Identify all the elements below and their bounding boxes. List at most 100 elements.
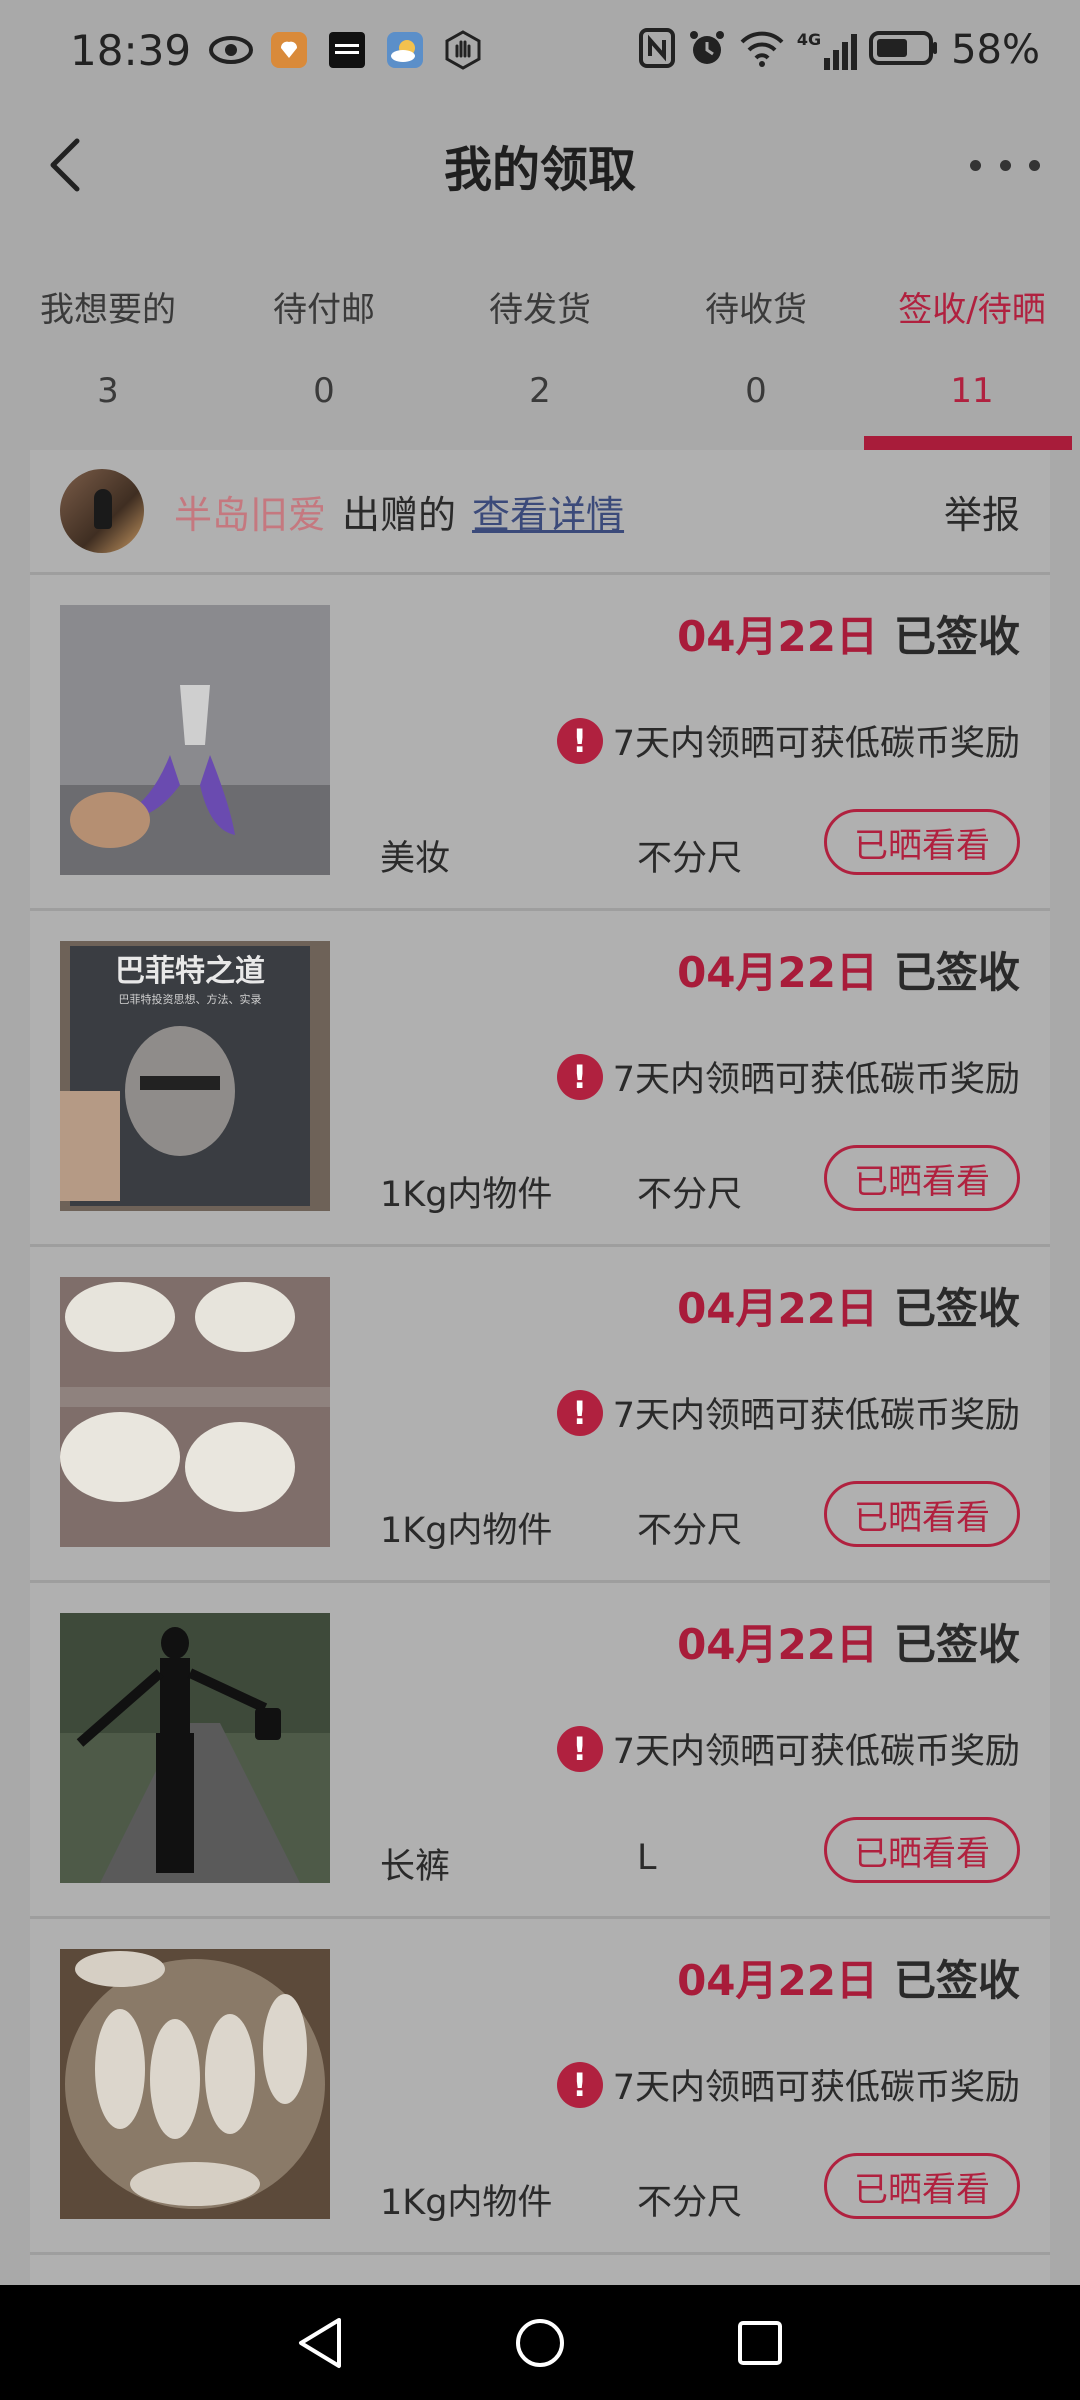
item-size: 不分尺: [637, 1175, 743, 1215]
date-status: 04月22日 已签收: [677, 1947, 1020, 2008]
date-status: 04月22日 已签收: [677, 939, 1020, 1000]
item-category: 1Kg内物件: [380, 1175, 553, 1215]
status-bar: 18:39 4G 58%: [0, 0, 1080, 100]
date-status: 04月22日 已签收: [677, 603, 1020, 664]
item-date: 04月22日: [677, 948, 878, 997]
reward-notice: ! 7天内领晒可获低碳币奖励: [556, 715, 1020, 766]
triangle-back-icon: [299, 2317, 341, 2368]
app-header: 我的领取: [0, 100, 1080, 230]
item-date: 04月22日: [677, 612, 878, 661]
tab-pending-receipt[interactable]: 待收货 0: [648, 260, 864, 450]
network-label: 4G: [796, 30, 822, 49]
system-nav-bar: [0, 2285, 1080, 2400]
list-item[interactable]: 04月22日 已签收 ! 7天内领晒可获低碳币奖励 长裤 L 已晒看看: [30, 1583, 1050, 1919]
weather-icon: [383, 28, 427, 72]
reward-notice: ! 7天内领晒可获低碳币奖励: [556, 1387, 1020, 1438]
book-cover-title: 巴菲特之道: [115, 954, 265, 989]
notice-text: 7天内领晒可获低碳币奖励: [612, 1396, 1020, 1436]
tab-label: 待收货: [705, 290, 807, 330]
active-tab-indicator: [864, 436, 1072, 450]
tab-wanted[interactable]: 我想要的 3: [0, 260, 216, 450]
alarm-icon: [687, 28, 727, 72]
chevron-left-icon: [50, 138, 80, 192]
list-item[interactable]: 04月22日 已签收 ! 7天内领晒可获低碳币奖励 1Kg内物件 不分尺 已晒看…: [30, 1919, 1050, 2255]
item-thumbnail[interactable]: [60, 1277, 330, 1547]
view-share-button[interactable]: 已晒看看: [824, 809, 1020, 875]
item-status: 已签收: [893, 612, 1020, 661]
tab-label: 我想要的: [40, 290, 176, 330]
status-right-cluster: 4G 58%: [638, 27, 1040, 73]
book-cover-subtitle: 巴菲特投资思想、方法、实录: [119, 992, 262, 1006]
eye-icon: [209, 28, 254, 72]
tab-count: 0: [745, 371, 767, 411]
item-category: 1Kg内物件: [380, 2183, 553, 2223]
item-thumbnail[interactable]: [60, 1613, 330, 1883]
tab-label: 签收/待晒: [898, 290, 1046, 330]
notice-text: 7天内领晒可获低碳币奖励: [612, 1060, 1020, 1100]
report-button[interactable]: 举报: [944, 484, 1020, 539]
battery-icon: [869, 30, 939, 70]
square-recents-icon: [738, 2320, 782, 2365]
item-thumbnail[interactable]: [60, 1949, 330, 2219]
back-button[interactable]: [30, 130, 100, 200]
reward-notice: ! 7天内领晒可获低碳币奖励: [556, 1723, 1020, 1774]
nfc-icon: [638, 28, 675, 72]
item-size: 不分尺: [637, 1511, 743, 1551]
item-status: 已签收: [893, 1284, 1020, 1333]
exclamation-icon: !: [556, 2061, 603, 2108]
exclamation-icon: !: [556, 1389, 603, 1436]
battery-percent: 58%: [951, 27, 1040, 73]
nav-home-button[interactable]: [505, 2308, 575, 2378]
view-share-button[interactable]: 已晒看看: [824, 1481, 1020, 1547]
tab-label: 待发货: [489, 290, 591, 330]
giver-name[interactable]: 半岛旧爱: [174, 484, 326, 539]
tab-pending-shipment[interactable]: 待发货 2: [432, 260, 648, 450]
page-title: 我的领取: [443, 142, 636, 198]
item-size: 不分尺: [637, 2183, 743, 2223]
tab-pending-postage[interactable]: 待付邮 0: [216, 260, 432, 450]
view-share-button[interactable]: 已晒看看: [824, 1817, 1020, 1883]
date-status: 04月22日 已签收: [677, 1611, 1020, 1672]
app-news-icon: [325, 28, 369, 72]
hand-icon: [441, 28, 485, 72]
item-thumbnail[interactable]: [60, 605, 330, 875]
notice-text: 7天内领晒可获低碳币奖励: [612, 724, 1020, 764]
app-shield-icon: [267, 28, 311, 72]
item-date: 04月22日: [677, 1284, 878, 1333]
notice-text: 7天内领晒可获低碳币奖励: [612, 2068, 1020, 2108]
more-dots-icon: [970, 159, 981, 171]
item-category: 美妆: [380, 839, 451, 879]
item-size: L: [637, 1838, 657, 1878]
tab-count: 0: [313, 371, 335, 411]
tab-label: 待付邮: [273, 290, 375, 330]
tab-bar: 我想要的 3 待付邮 0 待发货 2 待收货 0 签收/待晒 11: [0, 260, 1080, 450]
reward-notice: ! 7天内领晒可获低碳币奖励: [556, 1051, 1020, 1102]
view-details-link[interactable]: 查看详情: [472, 484, 624, 539]
tab-count: 3: [97, 371, 119, 411]
giver-suffix: 出赠的: [342, 492, 457, 537]
tab-signed-to-share[interactable]: 签收/待晒 11: [864, 260, 1080, 450]
list-item[interactable]: 04月22日 已签收 ! 7天内领晒可获低碳币奖励 美妆 不分尺 已晒看看: [30, 575, 1050, 911]
view-share-button[interactable]: 已晒看看: [824, 2153, 1020, 2219]
tab-count: 2: [529, 371, 551, 411]
exclamation-icon: !: [556, 717, 603, 764]
wifi-icon: [739, 28, 785, 72]
list-item[interactable]: 巴菲特之道巴菲特投资思想、方法、实录 04月22日 已签收 ! 7天内领晒可获低…: [30, 911, 1050, 1247]
more-button[interactable]: [970, 140, 1040, 190]
list-item[interactable]: 04月22日 已签收 ! 7天内领晒可获低碳币奖励 1Kg内物件 不分尺 已晒看…: [30, 1247, 1050, 1583]
avatar[interactable]: [60, 469, 144, 553]
received-list: 半岛旧爱 出赠的 查看详情 举报 04月22日 已签收 ! 7天内领晒可获低碳币…: [30, 450, 1050, 2285]
item-thumbnail[interactable]: 巴菲特之道巴菲特投资思想、方法、实录: [60, 941, 330, 1211]
exclamation-icon: !: [556, 1725, 603, 1772]
nav-back-button[interactable]: [285, 2308, 355, 2378]
signal-4g-icon: 4G: [796, 30, 858, 70]
notice-text: 7天内领晒可获低碳币奖励: [612, 1732, 1020, 1772]
item-date: 04月22日: [677, 1620, 878, 1669]
nav-recents-button[interactable]: [725, 2308, 795, 2378]
circle-home-icon: [516, 2318, 564, 2367]
item-category: 1Kg内物件: [380, 1511, 553, 1551]
item-status: 已签收: [893, 1620, 1020, 1669]
giver-row: 半岛旧爱 出赠的 查看详情 举报: [30, 450, 1050, 575]
item-size: 不分尺: [637, 839, 743, 879]
view-share-button[interactable]: 已晒看看: [824, 1145, 1020, 1211]
